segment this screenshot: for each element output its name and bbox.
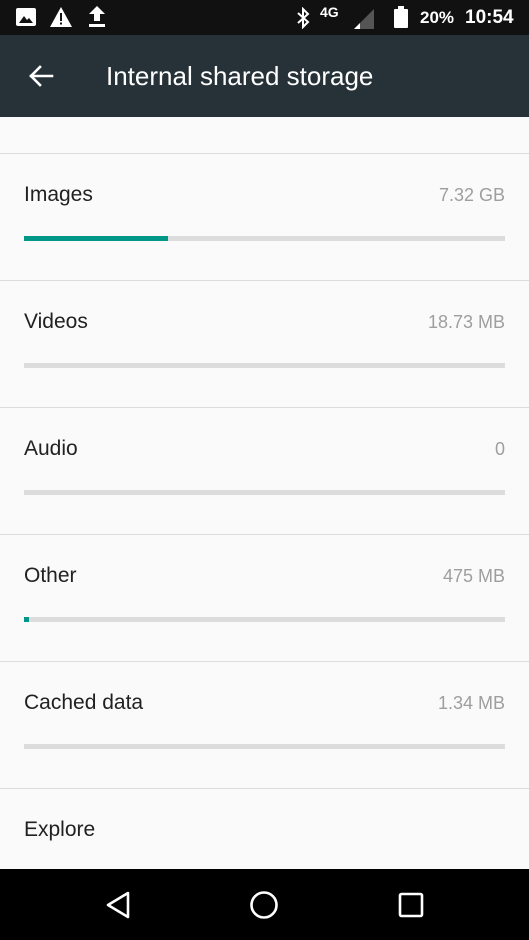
status-bar: 4G 20% 10:54: [0, 0, 529, 35]
storage-category-list: Images 7.32 GB Videos 18.73 MB Audio 0 O…: [0, 154, 529, 869]
explore-row[interactable]: Explore: [0, 789, 529, 869]
usage-bar: [24, 363, 505, 368]
category-size: 7.32 GB: [438, 185, 505, 205]
category-size: 475 MB: [442, 566, 505, 586]
recents-square-icon: [398, 892, 424, 918]
battery-percent: 20%: [420, 8, 455, 27]
category-label: Other: [24, 564, 77, 587]
nav-back-button[interactable]: [90, 877, 146, 933]
signal-icon: [354, 9, 374, 29]
bluetooth-icon: [297, 7, 310, 29]
usage-bar-fill: [24, 236, 169, 241]
home-circle-icon: [250, 891, 278, 919]
category-row-other[interactable]: Other 475 MB: [0, 535, 529, 662]
nav-home-button[interactable]: [236, 877, 292, 933]
category-label: Images: [24, 183, 93, 206]
category-size: 0: [494, 439, 505, 459]
4g-lte-icon: 4G: [320, 4, 339, 20]
usage-bar: [24, 490, 505, 495]
nav-recents-button[interactable]: [383, 877, 439, 933]
arrow-back-icon: [29, 65, 54, 87]
battery-icon: [394, 6, 408, 28]
back-triangle-icon: [106, 891, 130, 919]
category-row-audio[interactable]: Audio 0: [0, 408, 529, 535]
category-label: Videos: [24, 310, 88, 333]
category-row-videos[interactable]: Videos 18.73 MB: [0, 281, 529, 408]
category-label: Cached data: [24, 691, 144, 714]
header-spacer: [0, 117, 529, 154]
warning-icon: [50, 7, 72, 27]
usage-bar: [24, 617, 505, 622]
clock: 10:54: [465, 7, 514, 28]
explore-label: Explore: [24, 818, 96, 841]
image-icon: [16, 8, 36, 26]
back-button[interactable]: [14, 49, 68, 103]
category-size: 18.73 MB: [427, 312, 505, 332]
page-title: Internal shared storage: [106, 61, 374, 91]
app-bar: Internal shared storage: [0, 35, 529, 117]
category-row-cached-data[interactable]: Cached data 1.34 MB: [0, 662, 529, 789]
usage-bar: [24, 236, 505, 241]
usage-bar: [24, 744, 505, 749]
category-row-images[interactable]: Images 7.32 GB: [0, 154, 529, 281]
category-label: Audio: [24, 437, 78, 460]
upload-icon: [89, 6, 105, 27]
system-nav-bar: [0, 869, 529, 940]
category-size: 1.34 MB: [437, 693, 505, 713]
usage-bar-fill: [24, 617, 29, 622]
